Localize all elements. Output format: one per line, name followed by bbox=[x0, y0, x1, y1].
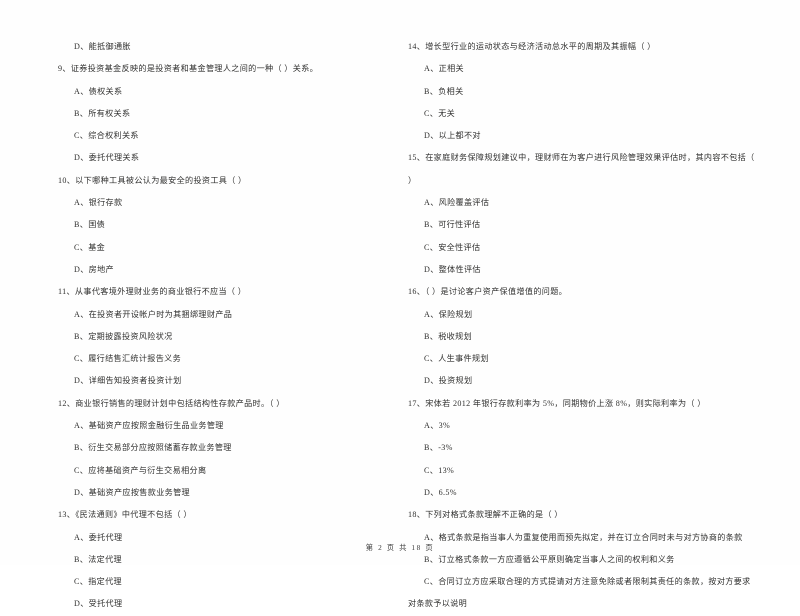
question-15: 15、在家庭财务保障规划建议中，理财师在为客户进行风险管理效果评估时，其内容不包… bbox=[408, 147, 776, 281]
question-14-option-d: D、以上都不对 bbox=[424, 131, 481, 141]
question-15-option-c: C、安全性评估 bbox=[424, 242, 481, 252]
question-15-option-d: D、整体性评估 bbox=[424, 264, 481, 274]
question-9-stem: 9、证券投资基金反映的是投资者和基金管理人之间的一种（ ）关系。 bbox=[58, 64, 319, 74]
question-18: 18、下列对格式条款理解不正确的是（ ） A、格式条款是指当事人为重复使用而预先… bbox=[408, 504, 776, 615]
question-11-stem: 11、从事代客境外理财业务的商业银行不应当（ ） bbox=[58, 287, 247, 297]
exam-page: D、能抵御通胀 9、证券投资基金反映的是投资者和基金管理人之间的一种（ ）关系。… bbox=[0, 0, 800, 608]
question-11-option-a: A、在投资者开设帐户时为其捆绑理财产品 bbox=[74, 309, 233, 319]
question-10-option-a: A、银行存款 bbox=[74, 198, 123, 208]
orphan-option-d: D、能抵御通胀 bbox=[74, 42, 131, 51]
question-17-stem: 17、宋体若 2012 年银行存款利率为 5%，同期物价上涨 8%，则实际利率为… bbox=[408, 398, 706, 408]
question-17-option-b: B、-3% bbox=[424, 443, 453, 453]
question-11: 11、从事代客境外理财业务的商业银行不应当（ ） A、在投资者开设帐户时为其捆绑… bbox=[58, 281, 372, 392]
question-11-option-b: B、定期披露投资风险状况 bbox=[74, 331, 173, 341]
question-14-option-b: B、负相关 bbox=[424, 86, 464, 96]
question-16-option-b: B、税收规划 bbox=[424, 331, 472, 341]
question-10-option-b: B、国债 bbox=[74, 220, 106, 230]
question-14: 14、增长型行业的运动状态与经济活动总水平的周期及其振幅（ ） A、正相关 B、… bbox=[408, 36, 776, 147]
question-9-option-b: B、所有权关系 bbox=[74, 108, 131, 118]
page-footer: 第 2 页 共 18 页 bbox=[365, 543, 435, 552]
question-15-stem-continued: ） bbox=[408, 175, 417, 185]
question-12-option-b: B、衍生交易部分应按照储蓄存款业务管理 bbox=[74, 443, 232, 453]
question-12-option-a: A、基础资产应按照金融衍生品业务管理 bbox=[74, 421, 224, 431]
question-18-option-c: C、合同订立方应采取合理的方式提请对方注意免除或者限制其责任的条款，按对方要求 bbox=[424, 577, 751, 587]
question-14-option-a: A、正相关 bbox=[424, 64, 464, 74]
question-17: 17、宋体若 2012 年银行存款利率为 5%，同期物价上涨 8%，则实际利率为… bbox=[408, 393, 776, 504]
question-14-option-c: C、无关 bbox=[424, 108, 456, 118]
question-10: 10、以下哪种工具被公认为最安全的投资工具（ ） A、银行存款 B、国债 C、基… bbox=[58, 170, 372, 281]
question-9: 9、证券投资基金反映的是投资者和基金管理人之间的一种（ ）关系。 A、债权关系 … bbox=[58, 58, 372, 169]
question-10-option-c: C、基金 bbox=[74, 242, 106, 252]
question-13-option-d: D、受托代理 bbox=[74, 599, 123, 609]
question-15-stem: 15、在家庭财务保障规划建议中，理财师在为客户进行风险管理效果评估时，其内容不包… bbox=[408, 153, 755, 163]
question-13: 13、《民法通则》中代理不包括（ ） A、委托代理 B、法定代理 C、指定代理 … bbox=[58, 504, 372, 615]
question-12-stem: 12、商业银行销售的理财计划中包括结构性存款产品时。（ ） bbox=[58, 398, 285, 408]
question-11-option-c: C、履行结售汇统计报告义务 bbox=[74, 354, 182, 364]
question-15-option-a: A、风险覆盖评估 bbox=[424, 198, 490, 208]
question-16: 16、（ ）是讨论客户资产保值增值的问题。 A、保险规划 B、税收规划 C、人生… bbox=[408, 281, 776, 392]
question-12-option-d: D、基础资产应按售款业务管理 bbox=[74, 487, 190, 497]
question-16-option-c: C、人生事件规划 bbox=[424, 354, 489, 364]
question-14-stem: 14、增长型行业的运动状态与经济活动总水平的周期及其振幅（ ） bbox=[408, 42, 656, 51]
question-12-option-c: C、应将基础资产与衍生交易相分离 bbox=[74, 465, 207, 475]
question-16-stem: 16、（ ）是讨论客户资产保值增值的问题。 bbox=[408, 287, 568, 297]
question-13-stem: 13、《民法通则》中代理不包括（ ） bbox=[58, 510, 192, 520]
question-11-option-d: D、详细告知投资者投资计划 bbox=[74, 376, 182, 386]
question-9-option-a: A、债权关系 bbox=[74, 86, 123, 96]
question-10-option-d: D、房地产 bbox=[74, 264, 114, 274]
right-column: 14、增长型行业的运动状态与经济活动总水平的周期及其振幅（ ） A、正相关 B、… bbox=[400, 36, 800, 608]
question-16-option-a: A、保险规划 bbox=[424, 309, 473, 319]
question-18-option-c-continued: 对条款予以说明 bbox=[408, 599, 468, 609]
question-12: 12、商业银行销售的理财计划中包括结构性存款产品时。（ ） A、基础资产应按照金… bbox=[58, 393, 372, 504]
question-16-option-d: D、投资规划 bbox=[424, 376, 473, 386]
two-column-layout: D、能抵御通胀 9、证券投资基金反映的是投资者和基金管理人之间的一种（ ）关系。… bbox=[0, 36, 800, 608]
question-9-option-d: D、委托代理关系 bbox=[74, 153, 140, 163]
question-15-option-b: B、可行性评估 bbox=[424, 220, 481, 230]
question-18-stem: 18、下列对格式条款理解不正确的是（ ） bbox=[408, 510, 563, 520]
question-10-stem: 10、以下哪种工具被公认为最安全的投资工具（ ） bbox=[58, 175, 247, 185]
question-17-option-a: A、3% bbox=[424, 421, 451, 431]
question-13-option-c: C、指定代理 bbox=[74, 577, 122, 587]
question-17-option-d: D、6.5% bbox=[424, 487, 457, 497]
question-17-option-c: C、13% bbox=[424, 465, 455, 475]
left-column: D、能抵御通胀 9、证券投资基金反映的是投资者和基金管理人之间的一种（ ）关系。… bbox=[0, 36, 400, 608]
question-9-option-c: C、综合权利关系 bbox=[74, 131, 139, 141]
